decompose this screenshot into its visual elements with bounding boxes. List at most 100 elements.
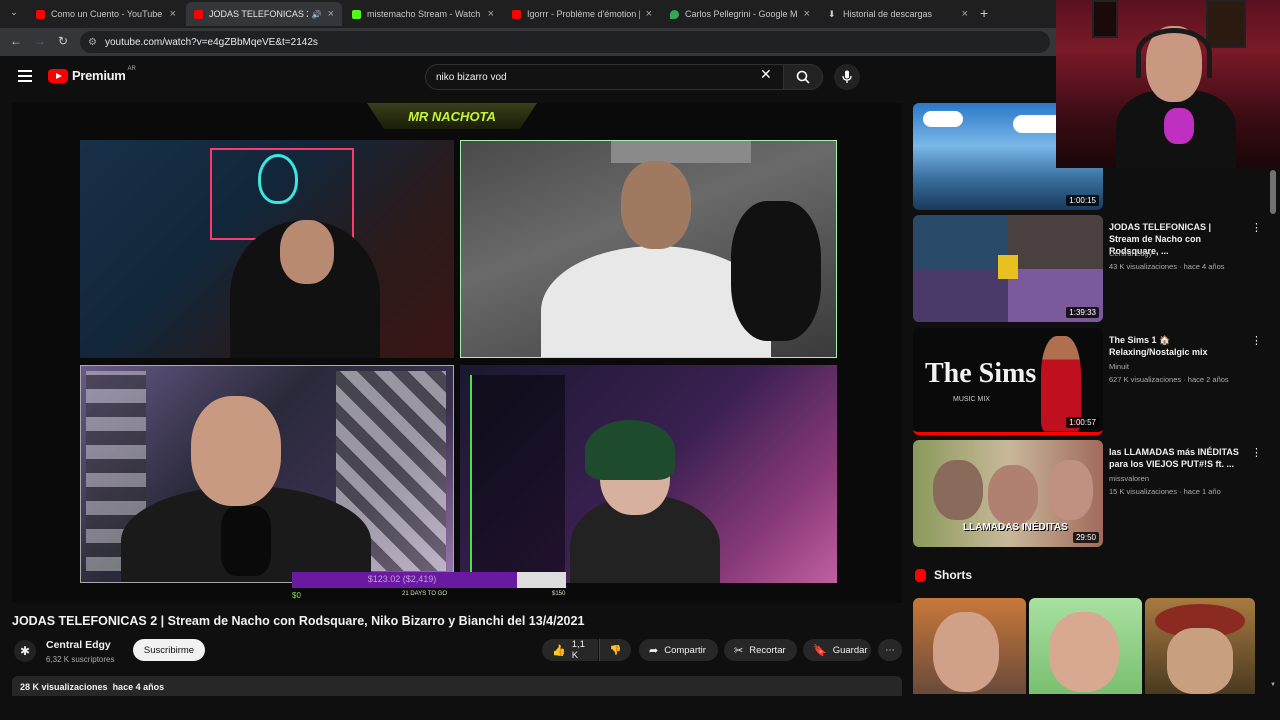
browser-tab[interactable]: ⬇ Historial de descargas × (820, 2, 976, 26)
more-actions-button[interactable]: ⋯ (878, 639, 902, 661)
search-icon (796, 70, 810, 84)
short-thumbnail[interactable] (1145, 598, 1255, 694)
browser-tab-bar: ⌄ Como un Cuento - YouTube × JODAS TELEF… (0, 0, 1056, 28)
close-tab-icon[interactable]: × (488, 8, 494, 20)
video-meta: 15 K visualizaciones · hace 1 año (1109, 487, 1221, 496)
channel-name[interactable]: Minuit (1109, 362, 1129, 371)
speaker-icon[interactable]: 🔊 (312, 10, 322, 19)
close-tab-icon[interactable]: × (328, 8, 334, 20)
youtube-favicon-icon (36, 9, 45, 19)
search-input[interactable]: niko bizarro vod (425, 64, 783, 90)
video-title[interactable]: las LLAMADAS más INÉDITAS para los VIEJO… (1109, 446, 1243, 470)
donation-amount: $123.02 ($2,419) (367, 574, 437, 584)
face (280, 220, 334, 284)
close-tab-icon[interactable]: × (804, 8, 810, 20)
browser-tab[interactable]: Igorrr - Problème d'émotion [a × (504, 2, 660, 26)
face (1048, 460, 1093, 520)
voice-search-button[interactable] (834, 64, 860, 90)
new-tab-icon[interactable]: + (980, 5, 988, 21)
thumbs-down-icon: 👎 (609, 644, 622, 656)
shorts-icon (915, 569, 926, 582)
video-player[interactable]: MR NACHOTA $123.02 ($2,419) $0 21 DAYS T… (12, 103, 902, 603)
microphone-icon (842, 70, 852, 83)
browser-tab[interactable]: mistemacho Stream - Watch Li × (344, 2, 502, 26)
face (1167, 628, 1233, 694)
page-scrollbar[interactable] (1270, 170, 1276, 214)
channel-name[interactable]: Central Edgy (46, 639, 111, 651)
youtube-favicon-icon (194, 9, 203, 19)
browser-tab-active[interactable]: JODAS TELEFONICAS 2 | Str 🔊 × (186, 2, 342, 26)
menu-icon[interactable] (18, 70, 32, 82)
subscribe-button[interactable]: Suscribirme (133, 639, 205, 661)
video-thumbnail[interactable]: The Sims MUSIC MIX 1:00:57 (913, 328, 1103, 435)
scroll-down-arrow-icon[interactable]: ▼ (1270, 682, 1276, 688)
video-thumbnail[interactable]: 1:39:33 (913, 215, 1103, 322)
search-button[interactable] (783, 64, 823, 90)
country-code: AR (127, 65, 136, 72)
site-settings-icon[interactable]: ⚙ (88, 37, 97, 48)
goal-end: $150 (552, 591, 566, 597)
channel-avatar[interactable]: ✱ (14, 640, 36, 662)
bottom-bar (0, 696, 1280, 720)
tab-title: Como un Cuento - YouTube (51, 9, 163, 19)
stream-banner: MR NACHOTA (367, 103, 537, 129)
webcam-panel-1 (80, 140, 454, 358)
address-bar[interactable]: ⚙ youtube.com/watch?v=e4gZBbMqeVE&t=2142… (80, 31, 1050, 53)
webcam-panel-3 (80, 365, 454, 583)
banner-text: MR NACHOTA (408, 108, 496, 124)
cloud (923, 111, 963, 127)
face (933, 612, 999, 692)
recommended-video[interactable]: LLAMADAS INÉDITAS 29:50 las LLAMADAS más… (913, 440, 1273, 548)
forward-arrow-icon[interactable]: → (34, 34, 46, 48)
tab-search-icon[interactable]: ⌄ (6, 7, 22, 21)
like-button[interactable]: 👍 1,1 K (542, 639, 598, 661)
browser-tab[interactable]: Carlos Pellegrini - Google Maps × (662, 2, 818, 26)
fries-icon (998, 255, 1018, 279)
browser-tab[interactable]: Como un Cuento - YouTube × (28, 2, 184, 26)
youtube-favicon-icon (512, 9, 521, 19)
close-tab-icon[interactable]: × (962, 8, 968, 20)
more-vertical-icon[interactable]: ⋮ (1251, 221, 1262, 234)
recommended-video[interactable]: The Sims MUSIC MIX 1:00:57 The Sims 1 🏠 … (913, 328, 1273, 436)
face (621, 161, 691, 249)
youtube-logo[interactable]: Premium AR (48, 65, 136, 83)
logo-text: Premium (72, 68, 126, 83)
video-title[interactable]: The Sims 1 🏠 Relaxing/Nostalgic mix (1109, 334, 1243, 358)
tab-title: Carlos Pellegrini - Google Maps (685, 9, 798, 19)
headset (1136, 28, 1212, 78)
video-thumbnail[interactable]: LLAMADAS INÉDITAS 29:50 (913, 440, 1103, 547)
channel-name[interactable]: missvaloren (1109, 474, 1149, 483)
back-arrow-icon[interactable]: ← (10, 34, 22, 48)
channel-name[interactable]: Central Edgy (1109, 249, 1152, 258)
thumb-subtitle: MUSIC MIX (953, 396, 990, 403)
recommended-video[interactable]: 1:39:33 JODAS TELEFONICAS | Stream de Na… (913, 215, 1273, 323)
share-label: Compartir (664, 644, 706, 656)
reload-icon[interactable]: ↻ (58, 34, 68, 48)
face (191, 396, 281, 506)
dislike-button[interactable]: 👎 (599, 639, 631, 661)
thumb-title: LLAMADAS INÉDITAS (963, 522, 1068, 533)
clip-button[interactable]: ✂ Recortar (724, 639, 797, 661)
close-tab-icon[interactable]: × (170, 8, 176, 20)
video-duration: 1:00:15 (1066, 195, 1099, 206)
scissors-icon: ✂ (734, 644, 744, 657)
clear-search-icon[interactable]: ✕ (760, 66, 772, 83)
wall-vent (611, 141, 751, 163)
tab-title: mistemacho Stream - Watch Li (367, 9, 482, 19)
short-thumbnail[interactable] (1029, 598, 1142, 694)
tab-title: Igorrr - Problème d'émotion [a (527, 9, 640, 19)
share-button[interactable]: ➦ Compartir (639, 639, 718, 661)
hair (585, 420, 675, 480)
more-vertical-icon[interactable]: ⋮ (1251, 334, 1262, 347)
face (988, 465, 1038, 525)
save-button[interactable]: 🔖 Guardar (803, 639, 871, 661)
more-vertical-icon[interactable]: ⋮ (1251, 446, 1262, 459)
thumb-title: The Sims (925, 358, 1037, 389)
youtube-play-icon (48, 68, 68, 83)
short-thumbnail[interactable] (913, 598, 1026, 694)
video-title: JODAS TELEFONICAS 2 | Stream de Nacho co… (12, 614, 585, 628)
url-text: youtube.com/watch?v=e4gZBbMqeVE&t=2142s (104, 36, 318, 48)
chat-overlay (470, 375, 565, 575)
close-tab-icon[interactable]: × (646, 8, 652, 20)
kick-favicon-icon (352, 9, 361, 19)
